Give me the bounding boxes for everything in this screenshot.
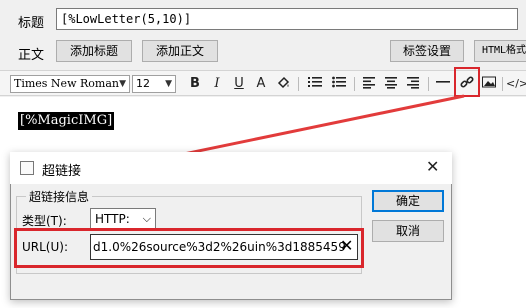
image-icon[interactable]	[480, 75, 498, 93]
align-left-icon[interactable]	[360, 75, 378, 93]
bold-icon[interactable]: B	[186, 75, 204, 93]
toolbar-divider	[502, 77, 503, 91]
type-label: 类型(T):	[22, 214, 67, 228]
highlight-icon[interactable]	[274, 75, 292, 93]
chevron-down-icon: ▼	[119, 79, 126, 89]
code-icon[interactable]: </>	[506, 75, 526, 93]
ordered-list-icon[interactable]	[306, 75, 324, 93]
toolbar-divider	[354, 77, 355, 91]
dialog-title: 超链接	[42, 164, 82, 179]
underline-icon[interactable]: U	[230, 75, 248, 93]
group-label: 超链接信息	[26, 188, 93, 205]
font-select[interactable]: Times New Roman ▼	[10, 75, 130, 93]
align-center-icon[interactable]	[382, 75, 400, 93]
chevron-down-icon: ⌵	[142, 212, 151, 225]
unordered-list-icon[interactable]	[330, 75, 348, 93]
type-select-value: HTTP:	[95, 212, 130, 226]
align-right-icon[interactable]	[404, 75, 422, 93]
font-color-icon[interactable]: A	[252, 75, 270, 93]
chevron-down-icon: ▼	[165, 79, 172, 89]
add-title-button[interactable]: 添加标题	[56, 40, 132, 62]
link-highlight-box	[454, 67, 480, 97]
size-select-value: 12	[136, 77, 150, 90]
toolbar-divider	[298, 77, 299, 91]
ok-button[interactable]: 确定	[372, 190, 444, 212]
cancel-button[interactable]: 取消	[372, 220, 444, 242]
clear-icon[interactable]: ✕	[340, 236, 353, 256]
url-label: URL(U):	[22, 240, 68, 254]
type-select[interactable]: HTTP: ⌵	[90, 208, 156, 230]
url-input-value: d1.0%26source%3d2%26uin%3d1885459	[93, 240, 346, 254]
title-input[interactable]: [%LowLetter(5,10)]	[56, 8, 518, 30]
toolbar-divider	[428, 77, 429, 91]
body-label: 正文	[18, 48, 45, 63]
magic-img-tag: [%MagicIMG]	[18, 112, 115, 130]
horizontal-rule-icon[interactable]	[434, 75, 452, 93]
font-select-value: Times New Roman	[14, 77, 119, 90]
close-icon[interactable]: ✕	[426, 157, 439, 176]
html-format-button[interactable]: HTML格式	[474, 40, 526, 62]
format-toolbar: Times New Roman ▼ 12 ▼ B I U A </>	[0, 70, 526, 96]
italic-icon[interactable]: I	[208, 75, 226, 93]
add-body-button[interactable]: 添加正文	[142, 40, 218, 62]
url-input[interactable]: d1.0%26source%3d2%26uin%3d1885459	[90, 234, 358, 260]
tag-settings-button[interactable]: 标签设置	[390, 40, 464, 62]
size-select[interactable]: 12 ▼	[132, 75, 176, 93]
window-icon	[20, 161, 34, 175]
title-label: 标题	[18, 16, 45, 31]
